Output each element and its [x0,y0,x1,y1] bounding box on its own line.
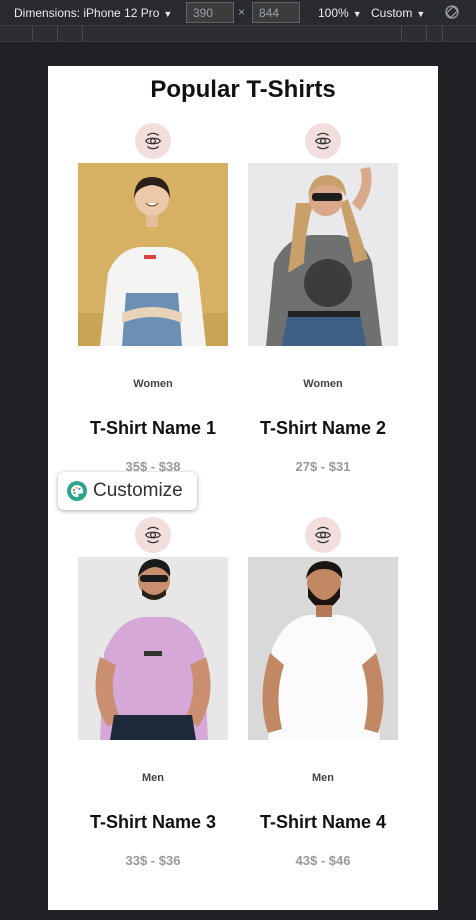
chevron-down-icon: ▼ [352,9,362,19]
eye-refresh-icon [314,132,332,150]
rotate-icon[interactable] [444,4,460,20]
times-symbol: × [238,5,246,19]
ruler-segment[interactable] [427,26,443,41]
quick-view-button[interactable] [135,123,171,159]
zoom-select[interactable]: 100% ▼ [318,6,362,20]
palette-icon [67,481,87,501]
product-photo [78,557,228,740]
product-card[interactable]: Men T-Shirt Name 3 33$ - $36 [78,517,228,877]
ruler-segment[interactable] [58,26,83,41]
device-select[interactable]: Dimensions: iPhone 12 Pro ▼ [14,6,172,20]
product-price: 27$ - $31 [295,459,351,474]
product-name[interactable]: T-Shirt Name 3 [78,812,228,833]
ruler-segment[interactable] [33,26,58,41]
throttle-select[interactable]: Custom ▼ [371,6,425,20]
product-price: 43$ - $46 [295,853,351,868]
device-viewport: Popular T-Shirts Women T-Shirt Name 1 35… [48,66,438,910]
page-title: Popular T-Shirts [150,76,336,103]
product-image[interactable] [78,557,228,740]
width-input[interactable]: 390 [186,2,234,23]
chevron-down-icon: ▼ [416,9,426,19]
product-category: Women [303,378,343,390]
eye-refresh-icon [314,526,332,544]
ruler-segment[interactable] [83,26,402,41]
product-category: Women [133,378,173,390]
quick-view-button[interactable] [135,517,171,553]
product-image[interactable] [248,163,398,346]
quick-view-button[interactable] [305,123,341,159]
zoom-label: 100% [318,6,349,20]
customize-label: Customize [93,480,183,501]
ruler-segment[interactable] [402,26,427,41]
devtools-device-toolbar: Dimensions: iPhone 12 Pro ▼ 390 × 844 100… [0,0,476,25]
product-card[interactable]: Men T-Shirt Name 4 43$ - $46 [248,517,398,877]
device-select-label: Dimensions: iPhone 12 Pro [14,6,160,20]
height-input[interactable]: 844 [252,2,300,23]
media-query-ruler [0,25,476,42]
product-name[interactable]: T-Shirt Name 2 [248,418,398,439]
product-price: 33$ - $36 [125,853,181,868]
quick-view-button[interactable] [305,517,341,553]
product-name[interactable]: T-Shirt Name 4 [248,812,398,833]
product-card[interactable]: Women T-Shirt Name 1 35$ - $38 [78,123,228,483]
eye-refresh-icon [144,132,162,150]
product-category: Men [142,772,164,784]
throttle-label: Custom [371,6,413,20]
product-photo [248,557,398,740]
eye-refresh-icon [144,526,162,544]
customize-button[interactable]: Customize [58,472,197,510]
product-photo [78,163,228,346]
product-category: Men [312,772,334,784]
product-image[interactable] [78,163,228,346]
product-image[interactable] [248,557,398,740]
chevron-down-icon: ▼ [163,9,173,19]
ruler-segment[interactable] [0,26,33,41]
product-photo [248,163,398,346]
product-name[interactable]: T-Shirt Name 1 [78,418,228,439]
product-card[interactable]: Women T-Shirt Name 2 27$ - $31 [248,123,398,483]
